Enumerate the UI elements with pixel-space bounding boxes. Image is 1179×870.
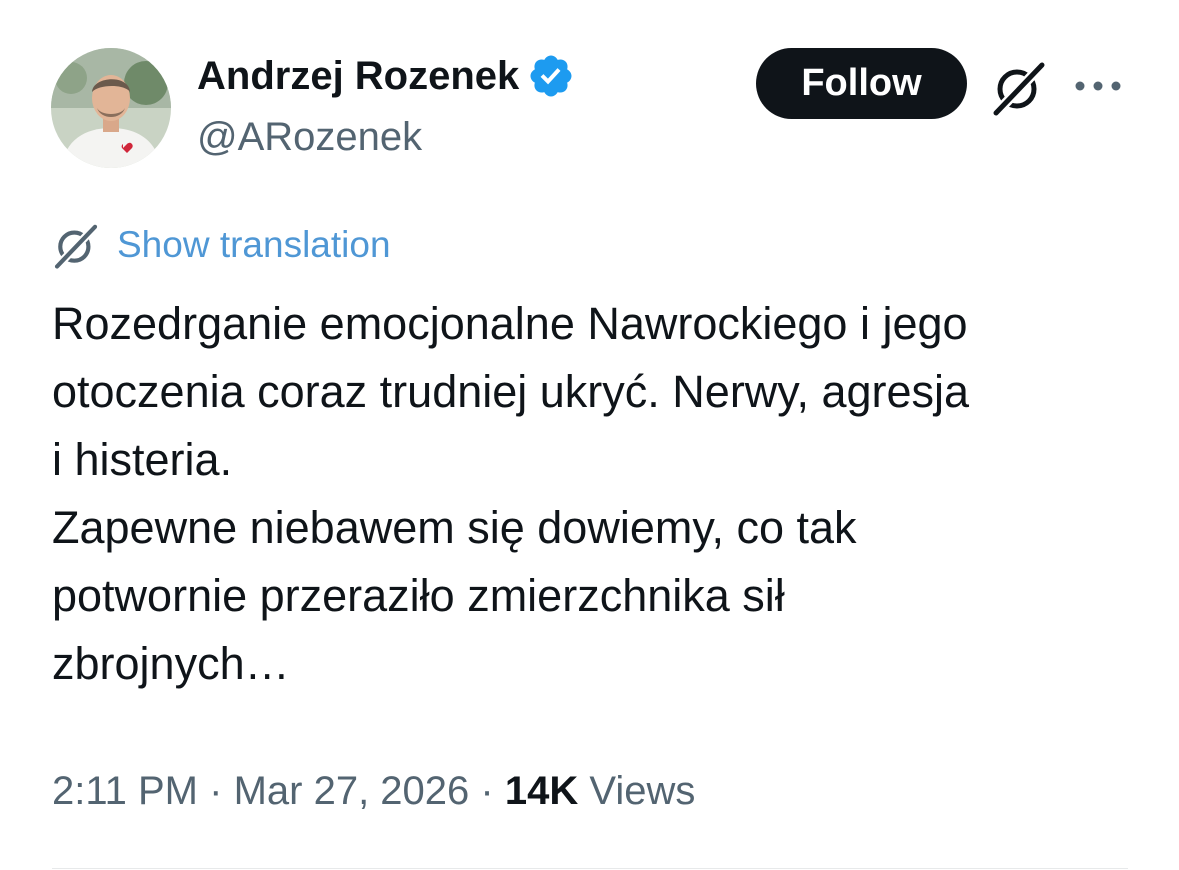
views-count[interactable]: 14K <box>505 769 578 813</box>
tweet-line: otoczenia coraz trudniej ukryć. Nerwy, a… <box>52 366 970 417</box>
meta-separator: · <box>480 769 494 813</box>
grok-icon[interactable] <box>990 58 1048 116</box>
tweet-date[interactable]: Mar 27, 2026 <box>234 769 470 813</box>
tweet-line: zbrojnych… <box>52 638 290 689</box>
verified-badge-icon <box>530 55 572 97</box>
tweet-line: Zapewne niebawem się dowiemy, co tak <box>52 502 857 553</box>
tweet-time[interactable]: 2:11 PM <box>52 769 198 813</box>
author-name[interactable]: Andrzej Rozenek <box>197 52 519 100</box>
more-icon[interactable] <box>1072 66 1124 106</box>
show-translation-link[interactable]: Show translation <box>117 224 391 266</box>
author-name-row[interactable]: Andrzej Rozenek <box>197 52 575 100</box>
tweet-line: Rozedrganie emocjonalne Nawrockiego i je… <box>52 298 968 349</box>
divider <box>52 868 1128 869</box>
tweet-line: potwornie przeraziło zmierzchnika sił <box>52 570 785 621</box>
tweet-meta: 2:11 PM · Mar 27, 2026 · 14K Views <box>52 766 695 816</box>
show-translation-row[interactable]: Show translation <box>52 220 391 270</box>
avatar[interactable] <box>51 48 171 168</box>
views-label: Views <box>589 769 696 813</box>
grok-translate-icon <box>54 222 100 269</box>
tweet-text: Rozedrganie emocjonalne Nawrockiego i je… <box>52 290 1142 698</box>
follow-button[interactable]: Follow <box>756 48 967 119</box>
profile-photo-icon <box>51 48 171 168</box>
author-handle[interactable]: @ARozenek <box>197 113 422 161</box>
tweet-line: i histeria. <box>52 434 233 485</box>
meta-separator: · <box>209 769 223 813</box>
